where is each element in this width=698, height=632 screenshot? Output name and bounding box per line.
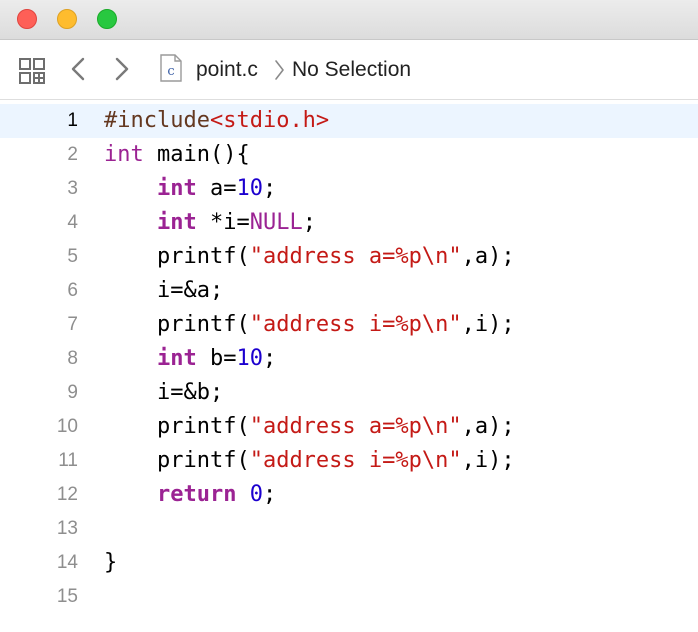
code-token: printf(	[104, 414, 250, 439]
code-token: ,i);	[461, 448, 515, 473]
code-text[interactable]: printf("address a=%p\n",a);	[104, 240, 515, 274]
code-token: }	[104, 550, 118, 575]
code-token: int	[156, 176, 197, 201]
code-token: ,a);	[461, 244, 515, 269]
code-line[interactable]: 6 i=&a;	[0, 274, 698, 308]
code-token: NULL	[249, 210, 303, 235]
code-token: 10	[236, 346, 263, 371]
code-token: <stdio.h>	[209, 108, 330, 133]
code-line[interactable]: 15	[0, 580, 698, 614]
line-number: 4	[67, 212, 78, 233]
code-line[interactable]: 13	[0, 512, 698, 546]
code-token: i=&a;	[104, 278, 224, 303]
code-token: i=&b;	[104, 380, 224, 405]
code-line[interactable]: 10 printf("address a=%p\n",a);	[0, 410, 698, 444]
code-token: printf(	[104, 448, 250, 473]
code-text[interactable]: i=&a;	[104, 274, 223, 308]
minimize-window-button[interactable]	[57, 9, 77, 29]
line-number: 10	[56, 416, 78, 437]
title-bar	[0, 0, 698, 40]
code-line[interactable]: 8 int b=10;	[0, 342, 698, 376]
code-text[interactable]: printf("address a=%p\n",a);	[104, 410, 515, 444]
code-line[interactable]: 9 i=&b;	[0, 376, 698, 410]
code-token: printf(	[104, 312, 250, 337]
code-token: main(){	[143, 142, 250, 167]
code-text[interactable]: int b=10;	[104, 342, 276, 376]
line-number: 9	[67, 382, 78, 403]
related-items-grid-icon[interactable]	[19, 58, 45, 84]
code-token: ;	[262, 176, 277, 201]
line-number: 6	[67, 280, 78, 301]
code-line[interactable]: 3 int a=10;	[0, 172, 698, 206]
path-chevron-icon	[275, 60, 284, 80]
file-icon-letter: c	[167, 64, 174, 79]
line-number: 14	[56, 552, 78, 573]
code-line[interactable]: 4 int *i=NULL;	[0, 206, 698, 240]
code-token: "address a=%p\n"	[249, 244, 462, 269]
code-token: 10	[236, 176, 263, 201]
line-number: 7	[67, 314, 78, 335]
code-text[interactable]: }	[104, 546, 117, 580]
code-text[interactable]: return 0;	[104, 478, 276, 512]
code-line[interactable]: 14}	[0, 546, 698, 580]
code-token: ;	[302, 210, 316, 235]
code-token: #include	[104, 108, 210, 133]
code-text[interactable]: #include<stdio.h>	[104, 104, 329, 138]
code-token: ;	[262, 346, 277, 371]
code-token: return	[156, 482, 237, 507]
line-number: 3	[67, 178, 78, 199]
code-token: ,a);	[461, 414, 515, 439]
code-token: ,i);	[461, 312, 515, 337]
code-token: "address i=%p\n"	[249, 448, 462, 473]
code-token: "address i=%p\n"	[249, 312, 462, 337]
code-text[interactable]: i=&b;	[104, 376, 223, 410]
forward-chevron-icon[interactable]	[112, 56, 132, 82]
line-number: 1	[67, 110, 78, 131]
code-line[interactable]: 7 printf("address i=%p\n",i);	[0, 308, 698, 342]
code-text[interactable]: int *i=NULL;	[104, 206, 316, 240]
code-token: printf(	[104, 244, 250, 269]
code-line[interactable]: 1 #include<stdio.h>	[0, 104, 698, 138]
close-window-button[interactable]	[17, 9, 37, 29]
line-number: 8	[67, 348, 78, 369]
zoom-window-button[interactable]	[97, 9, 117, 29]
back-chevron-icon[interactable]	[68, 56, 88, 82]
code-line[interactable]: 12 return 0;	[0, 478, 698, 512]
code-token: int	[156, 210, 197, 235]
line-number: 5	[67, 246, 78, 267]
code-token: "address a=%p\n"	[249, 414, 462, 439]
breadcrumb-selection[interactable]: No Selection	[292, 58, 411, 82]
source-editor[interactable]: 1 #include<stdio.h> 2 int main(){3 int a=10…	[0, 100, 698, 632]
code-token: a=	[196, 176, 237, 201]
c-file-icon: c	[160, 54, 182, 82]
code-token: int	[156, 346, 197, 371]
jump-bar: c point.c No Selection	[0, 40, 698, 100]
code-line[interactable]: 2 int main(){	[0, 138, 698, 172]
code-line[interactable]: 5 printf("address a=%p\n",a);	[0, 240, 698, 274]
line-number: 11	[58, 450, 78, 471]
code-line[interactable]: 11 printf("address i=%p\n",i);	[0, 444, 698, 478]
line-number: 2	[67, 144, 78, 165]
code-token: *i=	[196, 210, 250, 235]
code-token: 0	[249, 482, 263, 507]
code-text[interactable]: printf("address i=%p\n",i);	[104, 444, 515, 478]
code-text[interactable]: printf("address i=%p\n",i);	[104, 308, 515, 342]
line-number: 13	[56, 518, 78, 539]
line-number: 15	[56, 586, 78, 607]
line-number: 12	[56, 484, 78, 505]
code-token: ;	[262, 482, 277, 507]
breadcrumb-file[interactable]: point.c	[196, 58, 258, 82]
code-token: int	[104, 142, 144, 167]
code-text[interactable]: int main(){	[104, 138, 250, 172]
code-text[interactable]: int a=10;	[104, 172, 276, 206]
code-token: b=	[196, 346, 237, 371]
xcode-window: c point.c No Selection 1 #include<stdio.h…	[0, 0, 698, 632]
